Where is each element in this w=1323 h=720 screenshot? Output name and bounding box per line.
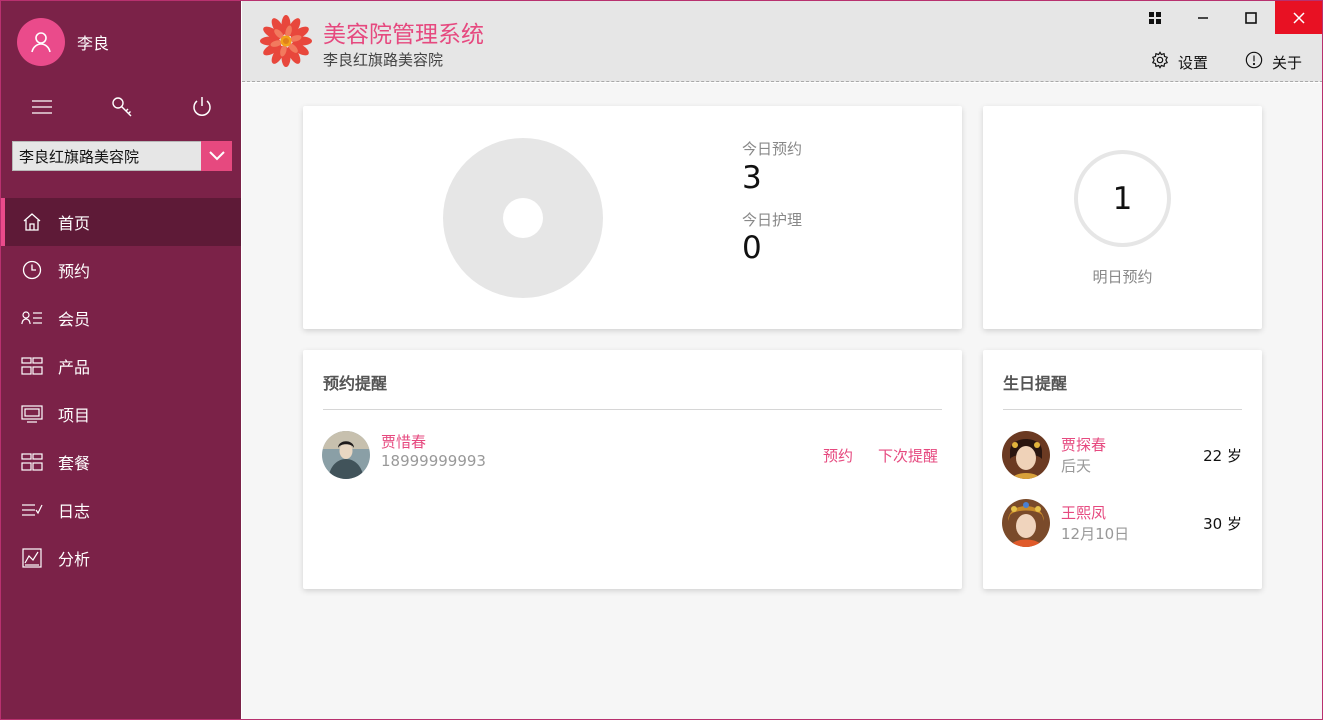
user-avatar-icon <box>17 18 65 66</box>
user-profile[interactable]: 李良 <box>17 18 109 66</box>
sidebar-item-appointments[interactable]: 预约 <box>1 246 241 294</box>
clock-icon <box>21 259 43 281</box>
sidebar-item-label: 分析 <box>58 550 91 569</box>
today-care-label: 今日护理 <box>742 211 803 229</box>
sidebar-toolbar <box>1 87 241 127</box>
sidebar-item-logs[interactable]: 日志 <box>1 486 241 534</box>
sidebar-item-label: 会员 <box>58 310 91 329</box>
info-icon <box>1245 51 1263 73</box>
user-name: 李良 <box>77 34 110 53</box>
appointment-reminder-card: 预约提醒 贾惜春 18999999993 预约 下次提醒 <box>303 350 962 589</box>
store-select-value: 李良红旗路美容院 <box>19 147 140 166</box>
divider <box>1003 409 1242 410</box>
settings-button[interactable]: 设置 <box>1151 50 1208 74</box>
sidebar: 李良 李良红旗路美容院 首页 预约 会员 产品 项目 套餐 日志 分析 <box>1 1 241 719</box>
list-item[interactable]: 贾探春 后天 22 岁 <box>983 431 1262 483</box>
sidebar-nav: 首页 预约 会员 产品 项目 套餐 日志 分析 <box>1 198 241 582</box>
book-appointment-link[interactable]: 预约 <box>823 445 853 466</box>
tomorrow-label: 明日预约 <box>1092 268 1153 286</box>
chart-icon <box>21 547 43 569</box>
birthday-age: 30 岁 <box>1203 515 1242 533</box>
sidebar-item-label: 项目 <box>58 406 91 425</box>
avatar <box>322 431 370 479</box>
sidebar-item-home[interactable]: 首页 <box>1 198 241 246</box>
product-grid-icon <box>21 355 43 377</box>
list-item[interactable]: 王熙凤 12月10日 30 岁 <box>983 499 1262 551</box>
power-icon[interactable] <box>182 87 222 127</box>
package-grid-icon <box>21 451 43 473</box>
menu-icon[interactable] <box>22 87 62 127</box>
app-title: 美容院管理系统 <box>323 22 484 48</box>
title-bar: 美容院管理系统 李良红旗路美容院 设置 关于 <box>242 1 1322 82</box>
sidebar-item-label: 套餐 <box>58 454 91 473</box>
main-content: 今日预约 3 今日护理 0 1 明日预约 预约提醒 贾惜春 1899999999… <box>242 83 1322 719</box>
store-select[interactable]: 李良红旗路美容院 <box>12 141 232 171</box>
about-label: 关于 <box>1272 53 1303 72</box>
today-ring-chart <box>443 138 603 298</box>
log-list-icon <box>21 499 43 521</box>
sidebar-item-products[interactable]: 产品 <box>1 342 241 390</box>
birthday-reminder-card: 生日提醒 贾探春 后天 22 岁 王熙凤 12月10日 30 岁 <box>983 350 1262 589</box>
maximize-icon[interactable] <box>1227 1 1275 34</box>
tomorrow-card: 1 明日预约 <box>983 106 1262 329</box>
birthday-age: 22 岁 <box>1203 447 1242 465</box>
list-item[interactable]: 贾惜春 18999999993 预约 下次提醒 <box>303 425 962 483</box>
about-button[interactable]: 关于 <box>1245 50 1302 74</box>
reminder-customer-phone: 18999999993 <box>381 452 486 470</box>
flower-logo-icon <box>259 14 313 68</box>
sidebar-item-members[interactable]: 会员 <box>1 294 241 342</box>
app-subtitle: 李良红旗路美容院 <box>323 51 444 69</box>
minimize-icon[interactable] <box>1179 1 1227 34</box>
sidebar-item-label: 日志 <box>58 502 91 521</box>
close-icon[interactable] <box>1275 1 1322 34</box>
sidebar-item-label: 首页 <box>58 214 91 233</box>
app-window: 李良 李良红旗路美容院 首页 预约 会员 产品 项目 套餐 日志 分析 美容院管… <box>0 0 1323 720</box>
sidebar-item-label: 产品 <box>58 358 91 377</box>
sidebar-item-analysis[interactable]: 分析 <box>1 534 241 582</box>
tomorrow-value: 1 <box>1112 180 1133 217</box>
birthday-date: 12月10日 <box>1061 525 1130 543</box>
member-list-icon <box>21 307 43 329</box>
avatar <box>1002 431 1050 479</box>
gear-icon <box>1151 51 1169 73</box>
avatar <box>1002 499 1050 547</box>
tomorrow-ring: 1 <box>1074 150 1171 247</box>
divider <box>323 409 942 410</box>
birthday-customer-name[interactable]: 贾探春 <box>1061 434 1106 455</box>
remind-next-time-link[interactable]: 下次提醒 <box>878 445 938 466</box>
sidebar-item-projects[interactable]: 项目 <box>1 390 241 438</box>
sidebar-item-label: 预约 <box>58 262 91 281</box>
today-stats-card: 今日预约 3 今日护理 0 <box>303 106 962 329</box>
sidebar-item-packages[interactable]: 套餐 <box>1 438 241 486</box>
chevron-down-icon[interactable] <box>201 141 232 171</box>
monitor-icon <box>21 403 43 425</box>
today-appointments-value: 3 <box>742 160 762 196</box>
birthday-date: 后天 <box>1061 457 1092 475</box>
settings-label: 设置 <box>1178 53 1209 72</box>
layout-grid-icon[interactable] <box>1131 1 1179 34</box>
home-icon <box>21 211 43 233</box>
appointment-reminder-title: 预约提醒 <box>323 374 388 393</box>
birthday-customer-name[interactable]: 王熙凤 <box>1061 502 1106 523</box>
reminder-customer-name[interactable]: 贾惜春 <box>381 431 426 452</box>
today-care-value: 0 <box>742 230 762 266</box>
today-appointments-label: 今日预约 <box>742 140 803 158</box>
key-icon[interactable] <box>102 87 142 127</box>
birthday-reminder-title: 生日提醒 <box>1003 374 1068 393</box>
